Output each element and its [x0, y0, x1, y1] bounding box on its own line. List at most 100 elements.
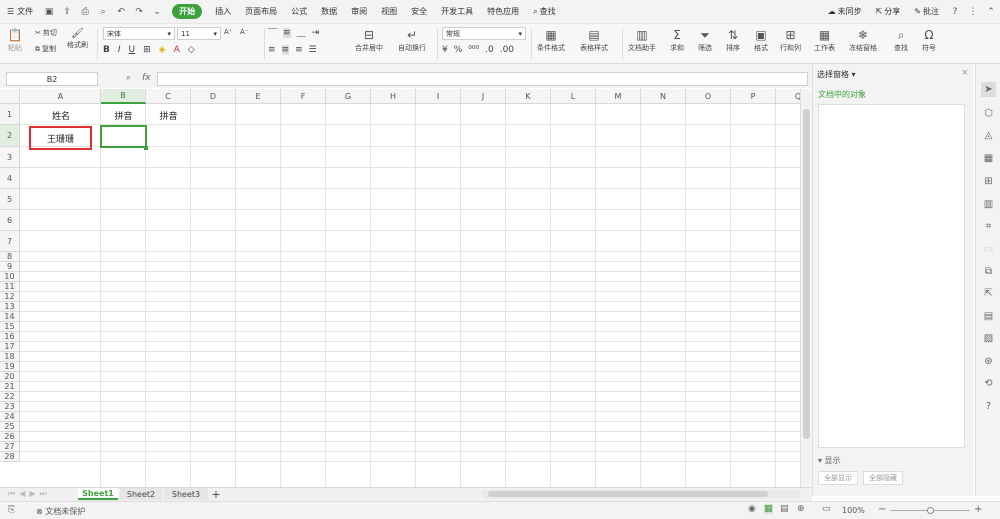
download-icon[interactable]: ⊛ — [981, 354, 996, 369]
sheet-tab-3[interactable]: Sheet3 — [164, 488, 208, 500]
sheet-tab-2[interactable]: Sheet2 — [120, 488, 162, 500]
align-bottom-icon[interactable]: ⎽ — [297, 28, 306, 38]
eye-icon[interactable]: ◉ — [748, 504, 756, 514]
row-header-15[interactable]: 15 — [0, 322, 20, 332]
row-header-9[interactable]: 9 — [0, 262, 20, 272]
align-middle-icon[interactable]: ≡ — [283, 28, 291, 38]
history-icon[interactable]: ⟲ — [981, 376, 996, 391]
underline-icon[interactable]: U — [129, 45, 136, 55]
row-header-28[interactable]: 28 — [0, 452, 20, 462]
align-right-icon[interactable]: ≡ — [295, 45, 303, 55]
column-header-d[interactable]: D — [191, 89, 236, 104]
sum-button[interactable]: Σ 求和 — [668, 27, 686, 53]
merge-center-button[interactable]: ⊟ 合并居中 — [355, 27, 383, 53]
spreadsheet-grid[interactable]: ABCDEFGHIJKLMNOPQ 1 2 3 4 5 6 7 8 9 10 11 12 13 14 15 1… — [0, 89, 800, 487]
row-header-1[interactable]: 1 — [0, 104, 20, 125]
cut-button[interactable]: ✂ 剪切 — [35, 28, 57, 38]
font-color-icon[interactable]: A — [174, 45, 180, 55]
row-header-11[interactable]: 11 — [0, 282, 20, 292]
row-header-8[interactable]: 8 — [0, 252, 20, 262]
italic-icon[interactable]: I — [118, 45, 121, 55]
column-header-k[interactable]: K — [506, 89, 551, 104]
export-icon[interactable]: ⇪ — [60, 5, 74, 19]
row-header-4[interactable]: 4 — [0, 168, 20, 189]
format-button[interactable]: ▣ 格式 — [752, 27, 770, 53]
row-header-2[interactable]: 2 — [0, 125, 20, 147]
row-header-22[interactable]: 22 — [0, 392, 20, 402]
crop-icon[interactable]: ⌗ — [981, 219, 996, 234]
sync-button[interactable]: ☁ 未同步 — [821, 0, 869, 24]
preview-icon[interactable]: ⌕ — [96, 5, 110, 19]
clear-icon[interactable]: ◇ — [188, 45, 195, 55]
border-icon[interactable]: ⊞ — [143, 45, 151, 55]
export-side-icon[interactable]: ⇱ — [981, 286, 996, 301]
bold-icon[interactable]: B — [103, 45, 110, 55]
comment-side-icon[interactable]: ▭ — [981, 242, 996, 257]
objects-list[interactable] — [818, 104, 965, 448]
collapse-ribbon-icon[interactable]: ⌃ — [984, 5, 998, 19]
column-header-o[interactable]: O — [686, 89, 731, 104]
row-header-19[interactable]: 19 — [0, 362, 20, 372]
row-header-25[interactable]: 25 — [0, 422, 20, 432]
select-all-corner[interactable] — [0, 89, 20, 104]
apps-icon[interactable]: ⊞ — [981, 174, 996, 189]
justify-icon[interactable]: ☰ — [309, 45, 317, 55]
fill-color-icon[interactable]: ◈ — [159, 45, 166, 55]
wrap-text-button[interactable]: ↵ 自动换行 — [398, 27, 426, 53]
share-button[interactable]: ⇱ 分享 — [869, 0, 908, 24]
comment-button[interactable]: ✎ 批注 — [907, 0, 946, 24]
formula-input[interactable] — [157, 72, 808, 86]
format-painter-button[interactable]: 🖌 格式刷 — [67, 28, 88, 50]
row-header-16[interactable]: 16 — [0, 332, 20, 342]
show-all-button[interactable]: 全部显示 — [818, 471, 858, 485]
find-button[interactable]: ⌕ 查找 — [892, 27, 910, 53]
column-header-f[interactable]: F — [281, 89, 326, 104]
row-header-12[interactable]: 12 — [0, 292, 20, 302]
number-format-select[interactable]: 常规 ▾ — [442, 27, 526, 40]
fill-bucket-icon[interactable]: ◬ — [981, 128, 996, 143]
page-break-view-icon[interactable]: ⊕ — [797, 504, 805, 514]
selected-cell-b2[interactable] — [100, 125, 147, 148]
hide-all-button[interactable]: 全部隐藏 — [863, 471, 903, 485]
chart-icon[interactable]: ▥ — [981, 197, 996, 212]
conditional-format-button[interactable]: ▦ 条件格式 — [537, 27, 565, 53]
font-size-select[interactable]: 11 ▾ — [177, 27, 221, 40]
archive-icon[interactable]: ▤ — [981, 309, 996, 324]
row-header-3[interactable]: 3 — [0, 147, 20, 168]
row-header-18[interactable]: 18 — [0, 352, 20, 362]
protect-status[interactable]: ⊗ 文档未保护 — [36, 506, 85, 517]
fill-handle[interactable] — [144, 146, 148, 150]
column-header-b[interactable]: B — [101, 89, 146, 104]
worksheet-button[interactable]: ▦ 工作表 — [814, 27, 835, 53]
row-header-26[interactable]: 26 — [0, 432, 20, 442]
column-header-q[interactable]: Q — [776, 89, 800, 104]
row-header-24[interactable]: 24 — [0, 412, 20, 422]
doc-helper-button[interactable]: ▥ 文档助手 — [628, 27, 656, 53]
column-header-a[interactable]: A — [21, 89, 101, 104]
indent-icon[interactable]: ⇥ — [312, 28, 320, 38]
row-header-13[interactable]: 13 — [0, 302, 20, 312]
align-center-icon[interactable]: ≡ — [281, 45, 290, 55]
file-menu[interactable]: ☰ 文件 — [0, 0, 40, 24]
page-layout-view-icon[interactable]: ▤ — [780, 504, 789, 514]
cell-b1[interactable]: 拼音 — [101, 105, 146, 125]
cell-c1[interactable]: 拼音 — [146, 105, 191, 125]
column-header-g[interactable]: G — [326, 89, 371, 104]
row-col-button[interactable]: ⊞ 行和列 — [780, 27, 801, 53]
table-icon[interactable]: ▦ — [981, 151, 996, 166]
row-header-27[interactable]: 27 — [0, 442, 20, 452]
column-header-n[interactable]: N — [641, 89, 686, 104]
row-header-20[interactable]: 20 — [0, 372, 20, 382]
close-icon[interactable]: × — [961, 68, 969, 78]
name-box[interactable]: B2 — [6, 72, 98, 86]
sort-button[interactable]: ⇅ 排序 — [724, 27, 742, 53]
zoom-out-icon[interactable]: − — [878, 504, 886, 515]
save-icon[interactable]: ▣ — [42, 5, 56, 19]
redo-icon[interactable]: ↷ — [132, 5, 146, 19]
zoom-lens-icon[interactable]: ⌕ — [126, 73, 131, 83]
column-header-m[interactable]: M — [596, 89, 641, 104]
decrease-decimal-icon[interactable]: .00 — [500, 45, 514, 55]
more-icon[interactable]: ⌄ — [150, 5, 164, 19]
freeze-panes-button[interactable]: ❄ 冻结窗格 — [849, 27, 877, 53]
thousands-icon[interactable]: ⁰⁰⁰ — [468, 45, 479, 55]
